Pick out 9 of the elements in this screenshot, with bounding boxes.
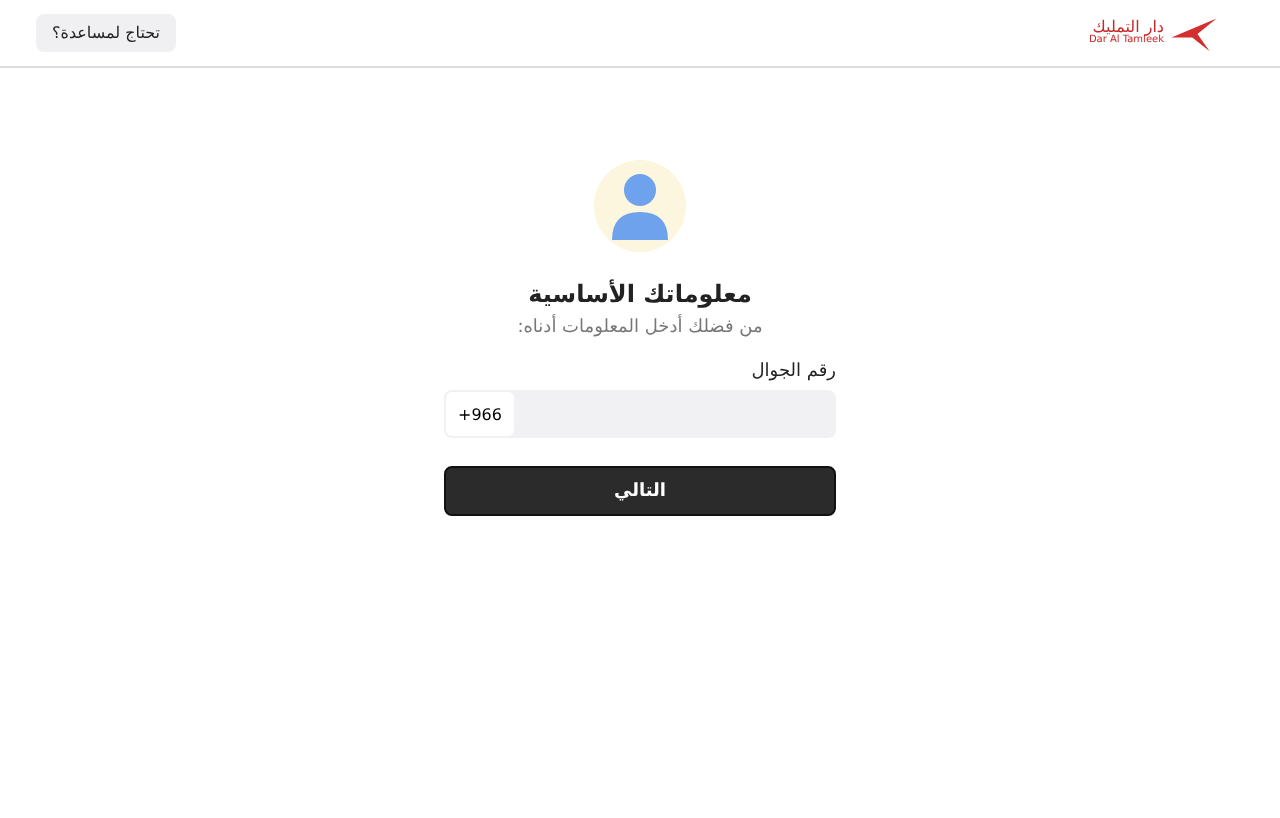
help-button[interactable]: تحتاج لمساعدة؟ bbox=[36, 14, 176, 52]
form-subtitle: من فضلك أدخل المعلومات أدناه: bbox=[517, 318, 763, 338]
country-code[interactable]: +966 bbox=[446, 392, 514, 436]
field-label: رقم الجوال bbox=[749, 362, 836, 382]
form-title: معلوماتك الأساسية bbox=[528, 280, 752, 308]
person-icon bbox=[610, 172, 670, 240]
phone-field[interactable]: +966 bbox=[444, 390, 836, 438]
logo-text: دار التمليك bbox=[1092, 20, 1164, 36]
next-button[interactable]: التالي bbox=[444, 466, 836, 516]
